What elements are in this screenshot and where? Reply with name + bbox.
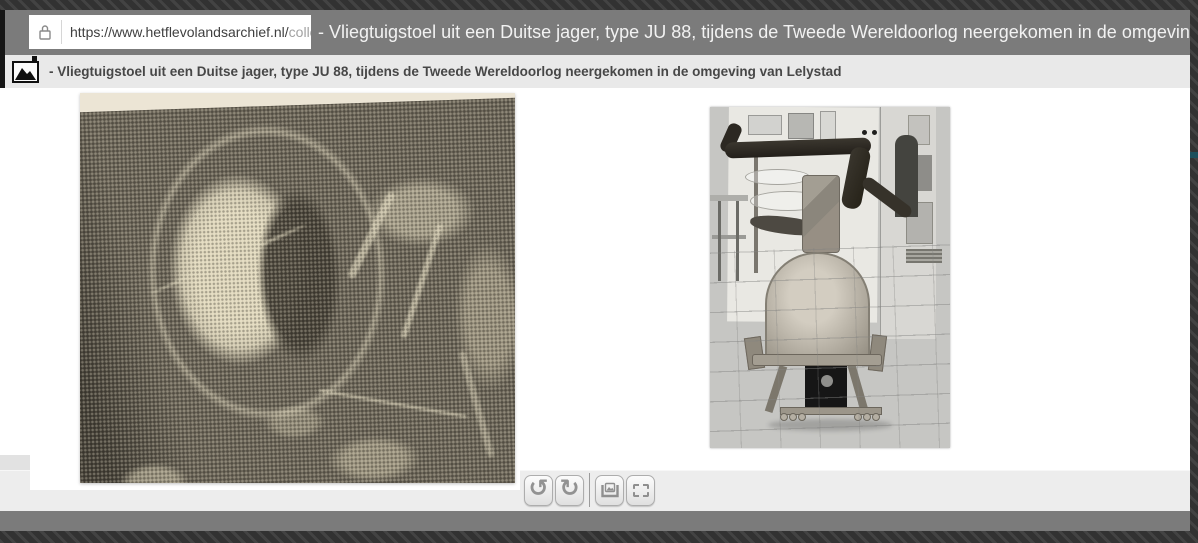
bottom-status-bar bbox=[0, 511, 1190, 531]
caption-text: - Vliegtuigstoel uit een Duitse jager, t… bbox=[49, 64, 841, 79]
seat-pedestal bbox=[805, 359, 847, 409]
scroll-accent-mark bbox=[1190, 152, 1198, 158]
wall-picture bbox=[820, 111, 836, 141]
fit-image-icon bbox=[600, 481, 620, 499]
app-window: https://www.hetflevolandsarchief.nl/coll… bbox=[0, 0, 1198, 543]
seat-arm bbox=[744, 336, 765, 370]
aircraft-seat-back bbox=[765, 252, 870, 362]
page-title: - Vliegtuigstoel uit een Duitse jager, t… bbox=[318, 10, 1190, 55]
seat-roller bbox=[863, 413, 871, 421]
viewer-toolbar: ↺ ↻ bbox=[524, 473, 657, 507]
seat-frame-bar bbox=[752, 354, 882, 366]
seat-roller bbox=[789, 413, 797, 421]
viewer-corner bbox=[0, 455, 30, 471]
rotate-ccw-icon: ↺ bbox=[528, 477, 548, 501]
branch-highlight bbox=[150, 223, 307, 296]
grass-highlight bbox=[347, 191, 396, 280]
wall-picture bbox=[788, 113, 814, 139]
seat-headrest-mount bbox=[802, 175, 840, 253]
rotate-clockwise-button[interactable]: ↻ bbox=[555, 475, 584, 506]
seat-roller bbox=[780, 413, 788, 421]
address-divider bbox=[61, 20, 62, 44]
pedestal-hole bbox=[821, 375, 833, 387]
table-leg bbox=[736, 201, 739, 281]
toolbar-separator bbox=[589, 473, 590, 507]
floor-grate bbox=[906, 249, 942, 263]
halftone-image-area bbox=[80, 97, 515, 483]
seat-roller bbox=[872, 413, 880, 421]
grass-highlight bbox=[319, 389, 467, 418]
select-area-icon bbox=[633, 484, 649, 497]
ship-drawing bbox=[745, 169, 810, 185]
rotate-cw-icon: ↻ bbox=[559, 477, 579, 501]
seat-roller bbox=[854, 413, 862, 421]
select-area-button[interactable] bbox=[626, 475, 655, 506]
grass-highlight bbox=[400, 223, 443, 339]
seat-shadow bbox=[768, 419, 892, 431]
display-table bbox=[710, 195, 748, 201]
wall-knob bbox=[872, 130, 877, 135]
image-icon-dot bbox=[32, 56, 37, 61]
rotate-counterclockwise-button[interactable]: ↺ bbox=[524, 475, 553, 506]
address-bar[interactable]: https://www.hetflevolandsarchief.nl/coll… bbox=[29, 15, 311, 49]
table-leg bbox=[718, 201, 721, 281]
lock-icon bbox=[38, 24, 52, 40]
seat-leg bbox=[847, 363, 868, 413]
fit-image-button[interactable] bbox=[595, 475, 624, 506]
image-icon bbox=[12, 61, 39, 83]
grass-highlight bbox=[458, 350, 495, 458]
browser-title-bar: https://www.hetflevolandsarchief.nl/coll… bbox=[5, 10, 1190, 55]
museum-photo[interactable] bbox=[710, 107, 950, 448]
wall-knob bbox=[862, 130, 867, 135]
seat-leg bbox=[765, 365, 787, 413]
caption-bar: - Vliegtuigstoel uit een Duitse jager, t… bbox=[5, 55, 1190, 88]
left-photo-page bbox=[30, 88, 520, 490]
seat-foot-bar bbox=[780, 407, 882, 415]
wall-picture bbox=[748, 115, 782, 135]
url-text: https://www.hetflevolandsarchief.nl/coll… bbox=[70, 24, 311, 40]
seat-roller bbox=[798, 413, 806, 421]
halftone-newspaper-photo[interactable] bbox=[80, 93, 515, 483]
seat-arm bbox=[868, 334, 887, 372]
